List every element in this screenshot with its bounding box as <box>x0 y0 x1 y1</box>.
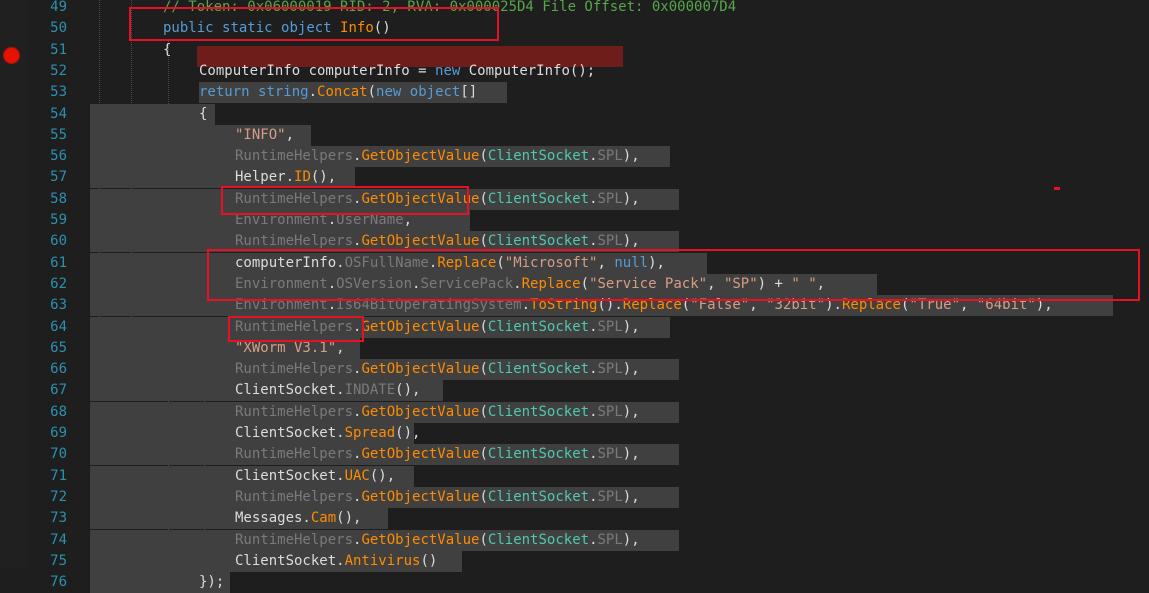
line-number: 54 <box>50 105 67 122</box>
line-code: RuntimeHelpers.GetObjectValue(ClientSock… <box>235 446 640 463</box>
line-code: Messages.Cam(), <box>235 510 362 527</box>
selection-highlight <box>90 103 215 125</box>
code-line[interactable]: 52 ComputerInfo computerInfo = new Comput… <box>0 61 1149 82</box>
code-editor[interactable]: 49// Token: 0x06000019 RID: 2, RVA: 0x00… <box>0 0 1149 593</box>
line-number: 51 <box>50 41 67 58</box>
code-line[interactable]: 51 { <box>0 40 1149 61</box>
line-number: 63 <box>50 297 67 314</box>
line-number: 65 <box>50 339 67 356</box>
line-number: 50 <box>50 20 67 37</box>
code-line[interactable]: 57 Helper.ID(), <box>0 167 1149 189</box>
line-code: RuntimeHelpers.GetObjectValue(ClientSock… <box>235 361 640 378</box>
line-number: 68 <box>50 403 67 420</box>
code-line[interactable]: 69 ClientSocket.Spread(), <box>0 423 1149 444</box>
line-number: 52 <box>50 62 67 79</box>
code-line[interactable]: 70 RuntimeHelpers.GetObjectValue(ClientSo… <box>0 444 1149 466</box>
line-code: ClientSocket.UAC(), <box>235 467 396 484</box>
line-code: { <box>199 105 208 122</box>
line-number: 70 <box>50 446 67 463</box>
code-line[interactable]: 72 RuntimeHelpers.GetObjectValue(ClientSo… <box>0 486 1149 508</box>
line-number: 67 <box>50 382 67 399</box>
line-code: "INFO", <box>235 126 295 143</box>
code-line[interactable]: 53 return string.Concat(new object[] <box>0 82 1149 104</box>
code-line[interactable]: 73 Messages.Cam(), <box>0 508 1149 530</box>
code-line[interactable]: 76}); <box>0 572 1149 593</box>
code-line[interactable]: 67 ClientSocket.INDATE(), <box>0 380 1149 402</box>
line-code: { <box>163 41 172 58</box>
line-number: 74 <box>50 531 67 548</box>
line-number: 71 <box>50 467 67 484</box>
line-number: 75 <box>50 552 67 569</box>
line-number: 61 <box>50 254 67 271</box>
line-number: 56 <box>50 148 67 165</box>
code-line[interactable]: 58 RuntimeHelpers.GetObjectValue(ClientSo… <box>0 188 1149 210</box>
line-number: 62 <box>50 275 67 292</box>
line-number: 59 <box>50 212 67 228</box>
line-code: ClientSocket.INDATE(), <box>235 382 421 399</box>
line-code: ClientSocket.Antivirus() <box>235 552 438 569</box>
code-line[interactable]: 59 Environment.UserName, <box>0 210 1149 231</box>
line-code: ComputerInfo computerInfo = new Computer… <box>199 62 596 79</box>
annotation-mark <box>1054 187 1060 190</box>
line-number: 64 <box>50 318 67 335</box>
code-line[interactable]: 64 RuntimeHelpers.GetObjectValue(ClientSo… <box>0 316 1149 338</box>
line-number: 53 <box>50 84 67 101</box>
line-number: 72 <box>50 488 67 505</box>
code-line[interactable]: 54 { <box>0 103 1149 125</box>
line-number: 76 <box>50 574 67 591</box>
code-line[interactable]: 71 ClientSocket.UAC(), <box>0 465 1149 487</box>
line-code: return string.Concat(new object[] <box>199 84 478 101</box>
line-code: ClientSocket.Spread(), <box>235 425 421 441</box>
line-code: }); <box>199 574 225 591</box>
code-line[interactable]: 74 RuntimeHelpers.GetObjectValue(ClientSo… <box>0 529 1149 551</box>
code-line[interactable]: 56 RuntimeHelpers.GetObjectValue(ClientSo… <box>0 146 1149 168</box>
line-number: 58 <box>50 190 67 207</box>
code-line[interactable]: 65 "XWorm V3.1", <box>0 337 1149 359</box>
line-number: 60 <box>50 233 67 250</box>
line-code: RuntimeHelpers.GetObjectValue(ClientSock… <box>235 531 640 548</box>
annotation-box <box>129 7 499 41</box>
line-code: RuntimeHelpers.GetObjectValue(ClientSock… <box>235 488 640 505</box>
code-line[interactable]: 68 RuntimeHelpers.GetObjectValue(ClientSo… <box>0 401 1149 423</box>
code-line[interactable]: 55 "INFO", <box>0 124 1149 146</box>
line-code: RuntimeHelpers.GetObjectValue(ClientSock… <box>235 403 640 420</box>
annotation-box <box>228 316 364 342</box>
line-number: 73 <box>50 510 67 527</box>
code-line[interactable]: 66 RuntimeHelpers.GetObjectValue(ClientSo… <box>0 359 1149 381</box>
line-number: 57 <box>50 169 67 186</box>
annotation-box <box>207 249 1140 301</box>
annotation-box <box>221 186 469 215</box>
line-number: 69 <box>50 425 67 441</box>
line-number: 49 <box>50 0 67 15</box>
line-number: 66 <box>50 361 67 378</box>
line-number: 55 <box>50 126 67 143</box>
code-line[interactable]: 75 ClientSocket.Antivirus() <box>0 550 1149 572</box>
line-code: RuntimeHelpers.GetObjectValue(ClientSock… <box>235 148 640 165</box>
